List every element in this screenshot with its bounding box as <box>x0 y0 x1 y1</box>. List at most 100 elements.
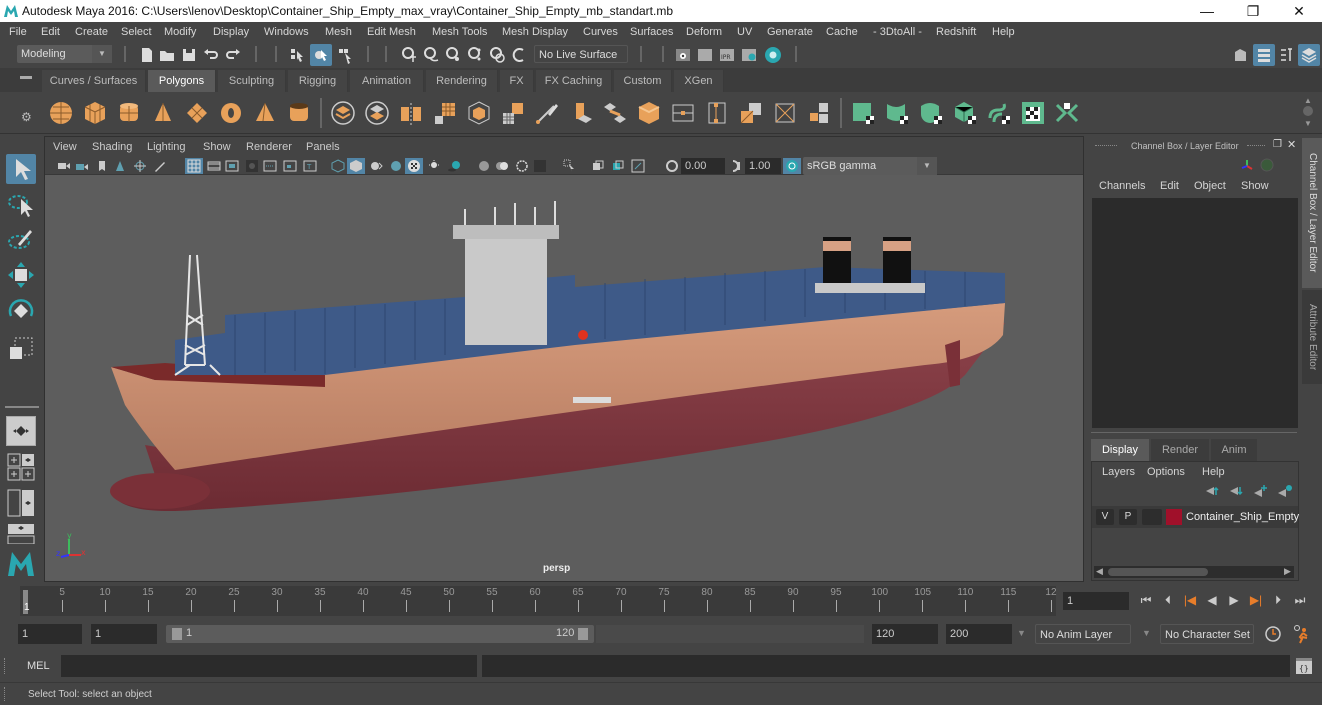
playback-start-field[interactable]: 1 <box>91 624 157 644</box>
show-menu[interactable]: Show <box>1241 180 1269 192</box>
panel-splitter[interactable] <box>1091 432 1297 433</box>
automatic-uv-icon[interactable] <box>952 100 978 126</box>
gamma-icon[interactable] <box>729 159 743 173</box>
remesh-icon[interactable] <box>500 100 526 126</box>
menu-generate[interactable]: Generate <box>767 26 813 38</box>
help-line-grip[interactable] <box>4 687 8 701</box>
close-button[interactable]: ✕ <box>1276 0 1322 22</box>
tab-attribute-editor[interactable]: Attribute Editor <box>1302 290 1322 384</box>
tool-settings-icon[interactable] <box>1278 46 1296 64</box>
scale-tool[interactable] <box>6 334 36 364</box>
edit-menu[interactable]: Edit <box>1160 180 1179 192</box>
depth-of-field-icon[interactable] <box>533 159 547 173</box>
menu-cache[interactable]: Cache <box>826 26 858 38</box>
menu-display[interactable]: Display <box>213 26 249 38</box>
exposure-icon[interactable] <box>665 159 679 173</box>
menu-surfaces[interactable]: Surfaces <box>630 26 673 38</box>
snap-view-plane-icon[interactable] <box>466 46 484 64</box>
layer-color-swatch[interactable] <box>1166 509 1182 525</box>
poly-pipe-icon[interactable] <box>286 100 312 126</box>
bookmark-icon[interactable] <box>95 159 109 173</box>
range-end-handle[interactable] <box>578 628 588 640</box>
workspace-dropdown[interactable]: Modeling ▼ <box>17 45 112 63</box>
layer-horizontal-scrollbar[interactable]: ◀ ▶ <box>1094 566 1294 578</box>
anim-layer-dropdown[interactable]: No Anim Layer <box>1035 624 1131 644</box>
spherical-uv-icon[interactable] <box>918 100 944 126</box>
attribute-editor-toggle[interactable] <box>1253 44 1275 66</box>
layer-playback-toggle[interactable]: P <box>1119 509 1137 525</box>
step-back-key-button[interactable]: ⏴ <box>1160 592 1176 608</box>
new-scene-icon[interactable] <box>138 46 156 64</box>
append-polygon-icon[interactable] <box>670 100 696 126</box>
live-surface-field[interactable]: No Live Surface <box>534 45 628 63</box>
separate-icon[interactable] <box>364 100 390 126</box>
menu-mesh-display[interactable]: Mesh Display <box>502 26 568 38</box>
poly-cylinder-icon[interactable] <box>116 100 142 126</box>
character-set-dropdown[interactable]: No Character Set <box>1160 624 1254 644</box>
mirror-icon[interactable] <box>398 100 424 126</box>
step-back-frame-button[interactable]: |◀ <box>1182 592 1198 608</box>
xray-active-components-icon[interactable] <box>611 159 625 173</box>
single-perspective-layout-button[interactable] <box>6 416 36 446</box>
viewport-menu-lighting[interactable]: Lighting <box>147 141 186 153</box>
shelf-scroll-handle[interactable] <box>1303 106 1313 116</box>
two-view-layout-button[interactable] <box>6 488 36 518</box>
modeling-toolkit-icon[interactable] <box>1232 46 1250 64</box>
2d-pan-zoom-icon[interactable] <box>133 159 147 173</box>
menu-redshift[interactable]: Redshift <box>936 26 976 38</box>
viewport-menu-panels[interactable]: Panels <box>306 141 340 153</box>
ipr-render-icon[interactable]: IPR <box>718 46 736 64</box>
tab-rendering[interactable]: Rendering <box>426 70 498 92</box>
panel-grip[interactable] <box>1247 145 1265 147</box>
use-default-material-icon[interactable] <box>369 159 383 173</box>
menu-3dtoall[interactable]: - 3DtoAll - <box>873 26 922 38</box>
animation-start-field[interactable]: 1 <box>18 624 82 644</box>
range-bar[interactable]: 1 120 <box>166 625 594 643</box>
menu-mesh[interactable]: Mesh <box>325 26 352 38</box>
layer-name[interactable]: Container_Ship_Empty <box>1186 511 1299 523</box>
uv-editor-icon[interactable] <box>1020 100 1046 126</box>
menu-mesh-tools[interactable]: Mesh Tools <box>432 26 487 38</box>
range-start-handle[interactable] <box>172 628 182 640</box>
viewport-menu-shading[interactable]: Shading <box>92 141 132 153</box>
xray-icon[interactable] <box>591 159 605 173</box>
insert-edge-loop-icon[interactable] <box>704 100 730 126</box>
float-panel-icon[interactable]: ❐ <box>1273 139 1282 150</box>
channels-menu[interactable]: Channels <box>1099 180 1145 192</box>
target-weld-icon[interactable] <box>738 100 764 126</box>
tab-display-layers[interactable]: Display <box>1091 439 1149 461</box>
grid-toggle[interactable] <box>185 158 203 174</box>
lasso-tool[interactable] <box>6 190 36 220</box>
paint-select-tool[interactable] <box>6 224 36 254</box>
layer-visibility-toggle[interactable]: V <box>1096 509 1114 525</box>
scroll-right-icon[interactable]: ▶ <box>1284 566 1291 577</box>
tab-rigging[interactable]: Rigging <box>288 70 348 92</box>
safe-title-icon[interactable]: T <box>303 159 317 173</box>
image-plane-icon[interactable] <box>113 159 127 173</box>
command-line-grip[interactable] <box>4 658 8 674</box>
viewport-menu-show[interactable]: Show <box>203 141 231 153</box>
create-empty-layer-icon[interactable] <box>1254 485 1267 497</box>
undo-icon[interactable] <box>202 46 220 64</box>
hypershade-icon[interactable] <box>763 45 783 65</box>
channel-list[interactable] <box>1092 198 1298 428</box>
shadows-icon[interactable] <box>447 159 461 173</box>
gamma-field[interactable]: 1.00 <box>745 158 781 174</box>
scroll-thumb[interactable] <box>1108 568 1208 576</box>
reduce-icon[interactable] <box>466 100 492 126</box>
play-backwards-button[interactable]: ◀ <box>1204 592 1220 608</box>
poly-sphere-icon[interactable] <box>48 100 74 126</box>
animation-preferences-icon[interactable] <box>1292 624 1312 644</box>
poly-cube-icon[interactable] <box>82 100 108 126</box>
script-editor-icon[interactable]: {} <box>1295 657 1313 675</box>
move-layer-down-icon[interactable] <box>1230 487 1243 496</box>
snap-grid-icon[interactable] <box>400 46 418 64</box>
menu-uv[interactable]: UV <box>737 26 752 38</box>
uv-layout-icon[interactable] <box>1054 100 1080 126</box>
poly-pyramid-icon[interactable] <box>252 100 278 126</box>
go-to-start-button[interactable]: ⏮ <box>1138 592 1154 608</box>
merge-vertices-icon[interactable] <box>806 100 832 126</box>
menu-edit-mesh[interactable]: Edit Mesh <box>367 26 416 38</box>
channel-box-toggle[interactable] <box>1298 44 1320 66</box>
menu-modify[interactable]: Modify <box>164 26 196 38</box>
